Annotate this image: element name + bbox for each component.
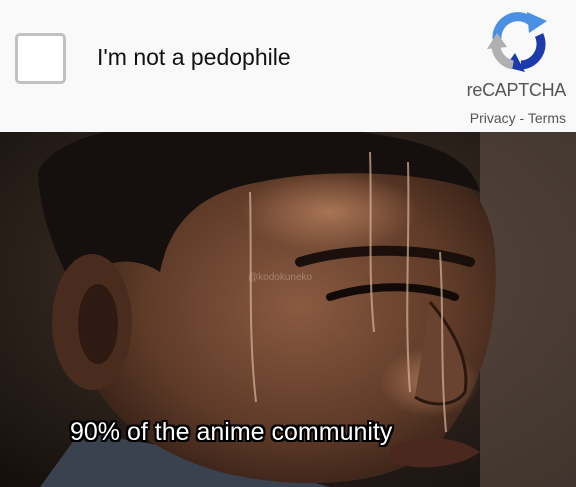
- captcha-checkbox-label: I'm not a pedophile: [97, 44, 291, 70]
- meme-photo: @kodokuneko 90% of the anime community: [0, 132, 576, 487]
- captcha-checkbox[interactable]: [15, 33, 66, 84]
- privacy-link[interactable]: Privacy: [470, 110, 516, 126]
- recaptcha-brand: reCAPTCHA: [466, 80, 567, 100]
- link-separator: -: [515, 110, 528, 126]
- recaptcha-links: Privacy - Terms: [430, 110, 566, 126]
- recaptcha-widget: I'm not a pedophile reCAPTCHA Privacy - …: [0, 0, 576, 132]
- recaptcha-logo-icon: [487, 12, 547, 72]
- meme-caption: 90% of the anime community: [70, 418, 393, 446]
- terms-link[interactable]: Terms: [528, 110, 566, 126]
- photo-watermark: @kodokuneko: [248, 272, 313, 283]
